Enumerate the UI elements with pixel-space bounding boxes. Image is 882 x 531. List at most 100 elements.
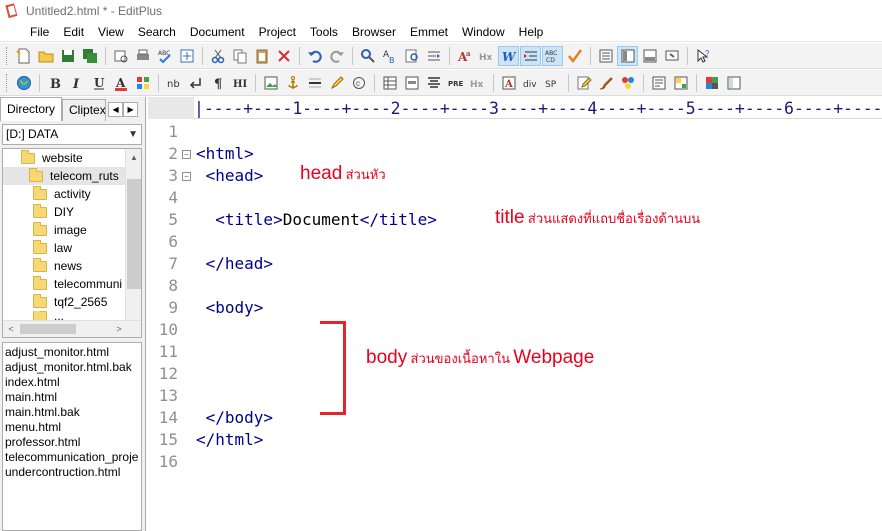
file-item[interactable]: main.html.bak: [3, 405, 141, 420]
folder-item[interactable]: website: [3, 149, 126, 167]
menu-project[interactable]: Project: [252, 22, 303, 42]
highlight-icon[interactable]: [326, 73, 347, 93]
menu-emmet[interactable]: Emmet: [403, 22, 455, 42]
folder-tree-hscrollbar[interactable]: < >: [3, 320, 141, 337]
folder-tree-vscrollbar[interactable]: ▲: [125, 149, 141, 321]
replace-icon[interactable]: AB: [379, 46, 400, 66]
nbsp-icon[interactable]: nb: [163, 73, 184, 93]
undo-icon[interactable]: [304, 46, 325, 66]
folder-item[interactable]: DIY: [3, 203, 126, 221]
file-item[interactable]: main.html: [3, 390, 141, 405]
folder-item[interactable]: telecommuni: [3, 275, 126, 293]
tab-scroll-left-icon[interactable]: ◀: [108, 102, 124, 117]
align-center-icon[interactable]: [423, 73, 444, 93]
save-all-icon[interactable]: [79, 46, 100, 66]
heading-size-icon[interactable]: Hx: [467, 73, 488, 93]
fold-collapse-icon[interactable]: −: [182, 150, 191, 159]
paste-icon[interactable]: [251, 46, 272, 66]
folder-item[interactable]: image: [3, 221, 126, 239]
window-icon[interactable]: [723, 73, 744, 93]
tab-scroll-right-icon[interactable]: ▶: [123, 102, 139, 117]
copyright-icon[interactable]: c: [348, 73, 369, 93]
file-item[interactable]: professor.html: [3, 435, 141, 450]
menu-help[interactable]: Help: [512, 22, 551, 42]
scroll-left-icon[interactable]: <: [3, 321, 19, 337]
div-tag-icon[interactable]: div: [520, 73, 541, 93]
color-picker-icon[interactable]: [701, 73, 722, 93]
folder-item[interactable]: activity: [3, 185, 126, 203]
delete-icon[interactable]: [273, 46, 294, 66]
panels-icon[interactable]: [670, 73, 691, 93]
file-item[interactable]: adjust_monitor.html: [3, 345, 141, 360]
fold-collapse-icon[interactable]: −: [182, 172, 191, 181]
form-icon[interactable]: [401, 73, 422, 93]
horizontal-rule-icon[interactable]: [304, 73, 325, 93]
menu-window[interactable]: Window: [455, 22, 512, 42]
scroll-right-icon[interactable]: >: [111, 321, 127, 337]
redo-icon[interactable]: [326, 46, 347, 66]
underline-icon[interactable]: U: [88, 73, 109, 93]
file-item[interactable]: menu.html: [3, 420, 141, 435]
bold-icon[interactable]: B: [44, 73, 65, 93]
find-in-files-icon[interactable]: [401, 46, 422, 66]
font-icon[interactable]: Aa: [454, 46, 475, 66]
line-break-icon[interactable]: [185, 73, 206, 93]
screen-icon[interactable]: [661, 46, 682, 66]
indent-icon[interactable]: [520, 45, 541, 66]
color-grid-icon[interactable]: [132, 73, 153, 93]
new-file-icon[interactable]: [13, 46, 34, 66]
menu-browser[interactable]: Browser: [345, 22, 403, 42]
paragraph-icon[interactable]: ¶: [207, 73, 228, 93]
word-wrap-icon[interactable]: W: [498, 45, 519, 66]
edit-page-icon[interactable]: [573, 73, 594, 93]
drive-select[interactable]: [D:] DATA ▼: [2, 124, 142, 145]
menu-search[interactable]: Search: [131, 22, 183, 42]
checkmark-icon[interactable]: [564, 46, 585, 66]
file-item[interactable]: telecommunication_proje: [3, 450, 141, 465]
heading-icon[interactable]: Hx: [476, 46, 497, 66]
table-icon[interactable]: [379, 73, 400, 93]
print-preview-icon[interactable]: [110, 46, 131, 66]
tab-directory[interactable]: Directory: [0, 97, 63, 121]
column-icon[interactable]: [595, 46, 616, 66]
folder-item[interactable]: law: [3, 239, 126, 257]
save-icon[interactable]: [57, 46, 78, 66]
cliptext-panel-icon[interactable]: [617, 45, 638, 66]
menu-view[interactable]: View: [91, 22, 131, 42]
scroll-thumb[interactable]: [127, 179, 141, 289]
folder-item[interactable]: tqf2_2565: [3, 293, 126, 311]
cut-icon[interactable]: [207, 46, 228, 66]
browser-icon[interactable]: [176, 46, 197, 66]
file-item[interactable]: index.html: [3, 375, 141, 390]
template-icon[interactable]: [648, 73, 669, 93]
open-folder-icon[interactable]: [35, 46, 56, 66]
scroll-up-icon[interactable]: ▲: [126, 149, 141, 165]
italic-icon[interactable]: I: [66, 73, 87, 93]
goto-line-icon[interactable]: [423, 46, 444, 66]
font-tag-icon[interactable]: A: [498, 73, 519, 93]
globe-icon[interactable]: [13, 73, 34, 93]
folder-item[interactable]: news: [3, 257, 126, 275]
image-icon[interactable]: [260, 73, 281, 93]
code-editor[interactable]: |----+----1----+----2----+----3----+----…: [148, 97, 882, 531]
abc-spell-icon[interactable]: ABC CD: [542, 45, 563, 66]
span-tag-icon[interactable]: SP: [542, 73, 563, 93]
file-item[interactable]: adjust_monitor.html.bak: [3, 360, 141, 375]
spell-check-icon[interactable]: ABC: [154, 46, 175, 66]
copy-icon[interactable]: [229, 46, 250, 66]
menu-file[interactable]: File: [0, 22, 56, 42]
help-pointer-icon[interactable]: ?: [692, 46, 713, 66]
menu-tools[interactable]: Tools: [303, 22, 345, 42]
print-icon[interactable]: [132, 46, 153, 66]
brush-icon[interactable]: [595, 73, 616, 93]
anchor-icon[interactable]: [282, 73, 303, 93]
heading-tag-icon[interactable]: HI: [229, 73, 250, 93]
file-item[interactable]: undercontruction.html: [3, 465, 141, 480]
preformatted-icon[interactable]: PRE: [445, 73, 466, 93]
menu-edit[interactable]: Edit: [56, 22, 91, 42]
menu-document[interactable]: Document: [183, 22, 252, 42]
font-color-icon[interactable]: A: [110, 73, 131, 93]
tab-cliptext[interactable]: Cliptext: [62, 99, 107, 121]
color-palette-icon[interactable]: [617, 73, 638, 93]
find-icon[interactable]: [357, 46, 378, 66]
